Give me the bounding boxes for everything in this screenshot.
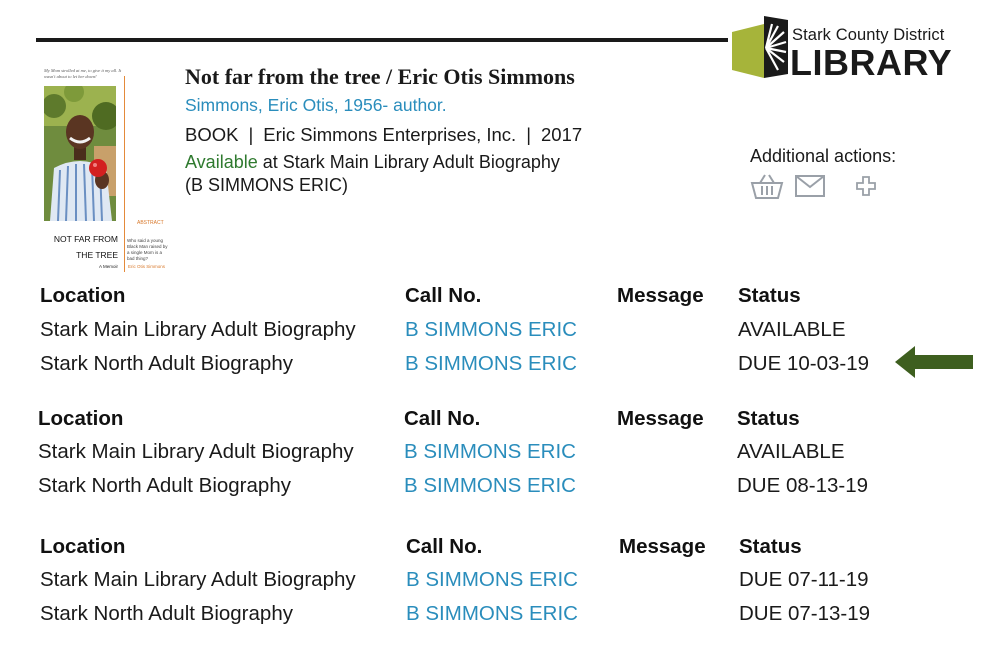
holding-status: DUE 10-03-19	[738, 352, 870, 375]
cover-title-line-1: NOT FAR FROM	[53, 234, 118, 244]
holding-status: DUE 07-13-19	[739, 602, 871, 625]
holding-status: DUE 08-13-19	[737, 474, 869, 497]
cover-tagline: My Mom strolled at me, to give it my all…	[44, 68, 122, 79]
record-title-separator: /	[380, 64, 398, 89]
format-separator: |	[526, 124, 531, 145]
holding-call-number-link[interactable]: B SIMMONS ERIC	[404, 474, 576, 498]
library-logo[interactable]: Stark County District LIBRARY	[730, 14, 970, 84]
holding-status: DUE 07-11-19	[739, 568, 869, 591]
cover-author: Eric Otis Simmons	[128, 264, 166, 269]
holding-call-number-link[interactable]: B SIMMONS ERIC	[405, 318, 577, 342]
column-header-call-no: Call No.	[406, 535, 483, 558]
column-header-location: Location	[40, 535, 126, 558]
holding-location: Stark Main Library Adult Biography	[38, 440, 354, 463]
holding-status: AVAILABLE	[737, 440, 845, 463]
availability-line: Available at Stark Main Library Adult Bi…	[185, 152, 560, 173]
holdings-table: Location Call No. Message Status Stark M…	[0, 405, 1000, 515]
column-header-call-no: Call No.	[405, 284, 482, 307]
holdings-table: Location Call No. Message Status Stark M…	[0, 282, 1000, 392]
holding-location: Stark Main Library Adult Biography	[40, 568, 356, 591]
plus-icon[interactable]	[856, 176, 876, 201]
cover-title-line-2: THE TREE	[76, 250, 118, 260]
column-header-location: Location	[38, 407, 124, 430]
cover-photo	[44, 86, 116, 221]
book-cover[interactable]: My Mom strolled at me, to give it my all…	[40, 64, 170, 274]
cover-title: NOT FAR FROM THE TREE	[44, 231, 118, 263]
column-header-message: Message	[619, 535, 706, 558]
record-title-author: Eric Otis Simmons	[397, 64, 575, 89]
logo-line-2: LIBRARY	[790, 42, 953, 83]
library-logo-mark	[732, 16, 788, 78]
additional-actions-label: Additional actions:	[750, 146, 897, 166]
mail-icon[interactable]	[795, 175, 825, 202]
basket-icon[interactable]	[750, 172, 784, 205]
holding-location: Stark North Adult Biography	[40, 352, 293, 375]
column-header-status: Status	[738, 284, 801, 307]
holding-call-number-link[interactable]: B SIMMONS ERIC	[405, 352, 577, 376]
availability-location: at Stark Main Library Adult Biography	[257, 152, 560, 172]
holding-status: AVAILABLE	[738, 318, 846, 341]
record-title-text: Not far from the tree	[185, 64, 381, 89]
header-rule	[36, 38, 728, 42]
cover-abstract-label: ABSTRACT	[137, 220, 164, 226]
author-link[interactable]: Simmons, Eric Otis, 1956- author.	[185, 95, 447, 116]
column-header-status: Status	[737, 407, 800, 430]
holding-call-number-link[interactable]: B SIMMONS ERIC	[406, 568, 578, 592]
availability-status: Available	[185, 152, 258, 172]
column-header-message: Message	[617, 407, 704, 430]
publisher: Eric Simmons Enterprises, Inc.	[263, 124, 517, 145]
holding-location: Stark North Adult Biography	[40, 602, 293, 625]
annotation-arrow-icon	[895, 346, 975, 383]
holding-call-number-link[interactable]: B SIMMONS ERIC	[406, 602, 578, 626]
publication-year: 2017	[541, 124, 583, 145]
column-header-call-no: Call No.	[404, 407, 481, 430]
holding-call-number-link[interactable]: B SIMMONS ERIC	[404, 440, 576, 464]
holdings-table: Location Call No. Message Status Stark M…	[0, 533, 1000, 643]
format-line: BOOK | Eric Simmons Enterprises, Inc. | 2017	[185, 124, 582, 146]
column-header-message: Message	[617, 284, 704, 307]
cover-blurb: Who said a young Black Man raised by a s…	[127, 238, 168, 261]
holding-location: Stark North Adult Biography	[38, 474, 291, 497]
format-separator: |	[248, 124, 254, 145]
holding-location: Stark Main Library Adult Biography	[40, 318, 356, 341]
record-title[interactable]: Not far from the tree / Eric Otis Simmon…	[185, 64, 575, 90]
column-header-status: Status	[739, 535, 802, 558]
format-type: BOOK	[185, 124, 239, 145]
cover-divider	[124, 76, 125, 272]
cover-subtitle: A Memoir	[98, 264, 118, 269]
column-header-location: Location	[40, 284, 126, 307]
record-call-number: (B SIMMONS ERIC)	[185, 175, 349, 195]
